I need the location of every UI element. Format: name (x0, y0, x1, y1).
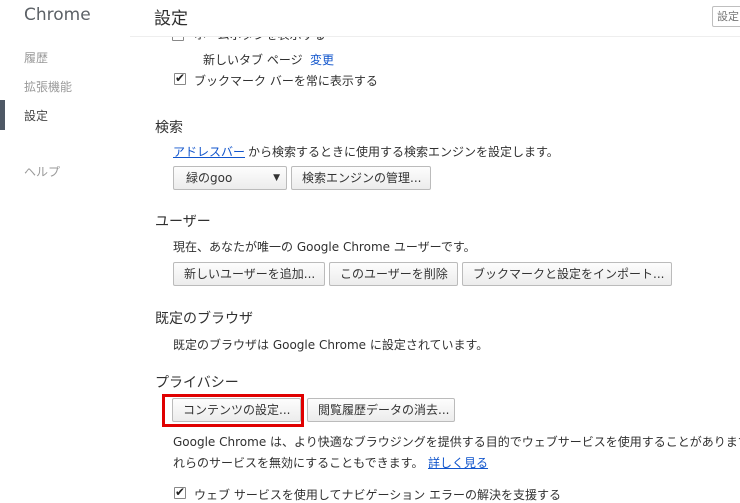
nav-error-label: ウェブ サービスを使用してナビゲーション エラーの解決を支援する (194, 488, 562, 502)
header: 設定 (130, 0, 740, 37)
new-tab-label: 新しいタブ ページ (203, 53, 303, 67)
clear-browsing-data-button[interactable]: 閲覧履歴データの消去... (307, 398, 455, 422)
delete-user-button[interactable]: このユーザーを削除 (329, 262, 458, 286)
nav-error-checkbox[interactable]: ✔ (174, 485, 186, 499)
settings-search-input[interactable] (712, 6, 740, 27)
users-section-title: ユーザー (155, 214, 211, 230)
search-engine-select[interactable]: 緑のgoo ▼ (173, 166, 287, 190)
import-bookmarks-button[interactable]: ブックマークと設定をインポート... (462, 262, 672, 286)
search-engine-value: 緑のgoo (186, 171, 233, 185)
settings-content: ホームボタンを表示する 新しいタブ ページ 変更 ✔ ブックマーク バーを常に表… (0, 0, 740, 503)
privacy-section-title: プライバシー (155, 375, 239, 391)
privacy-description-line1: Google Chrome は、より快適なブラウジングを提供する目的でウェブサー… (173, 435, 740, 449)
search-description: から検索するときに使用する検索エンジンを設定します。 (248, 145, 559, 159)
search-section-title: 検索 (155, 120, 183, 136)
add-user-button[interactable]: 新しいユーザーを追加... (173, 262, 325, 286)
privacy-description-line2: れらのサービスを無効にすることもできます。 (173, 456, 424, 470)
change-home-link[interactable]: 変更 (310, 51, 334, 68)
checkmark-icon: ✔ (175, 71, 186, 85)
manage-search-engines-button[interactable]: 検索エンジンの管理... (291, 166, 431, 190)
default-browser-description: 既定のブラウザは Google Chrome に設定されています。 (173, 338, 489, 352)
page-title: 設定 (154, 9, 188, 29)
checkmark-icon: ✔ (175, 485, 186, 499)
users-description: 現在、あなたが唯一の Google Chrome ユーザーです。 (173, 240, 476, 254)
highlight-box (162, 394, 304, 427)
dropdown-arrow-icon: ▼ (273, 173, 280, 183)
bookmarks-bar-label: ブックマーク バーを常に表示する (194, 74, 378, 88)
learn-more-link[interactable]: 詳しく見る (428, 454, 488, 471)
address-bar-link[interactable]: アドレスバー (173, 143, 245, 160)
bookmarks-bar-checkbox[interactable]: ✔ (174, 71, 186, 85)
default-browser-section-title: 既定のブラウザ (155, 311, 253, 327)
